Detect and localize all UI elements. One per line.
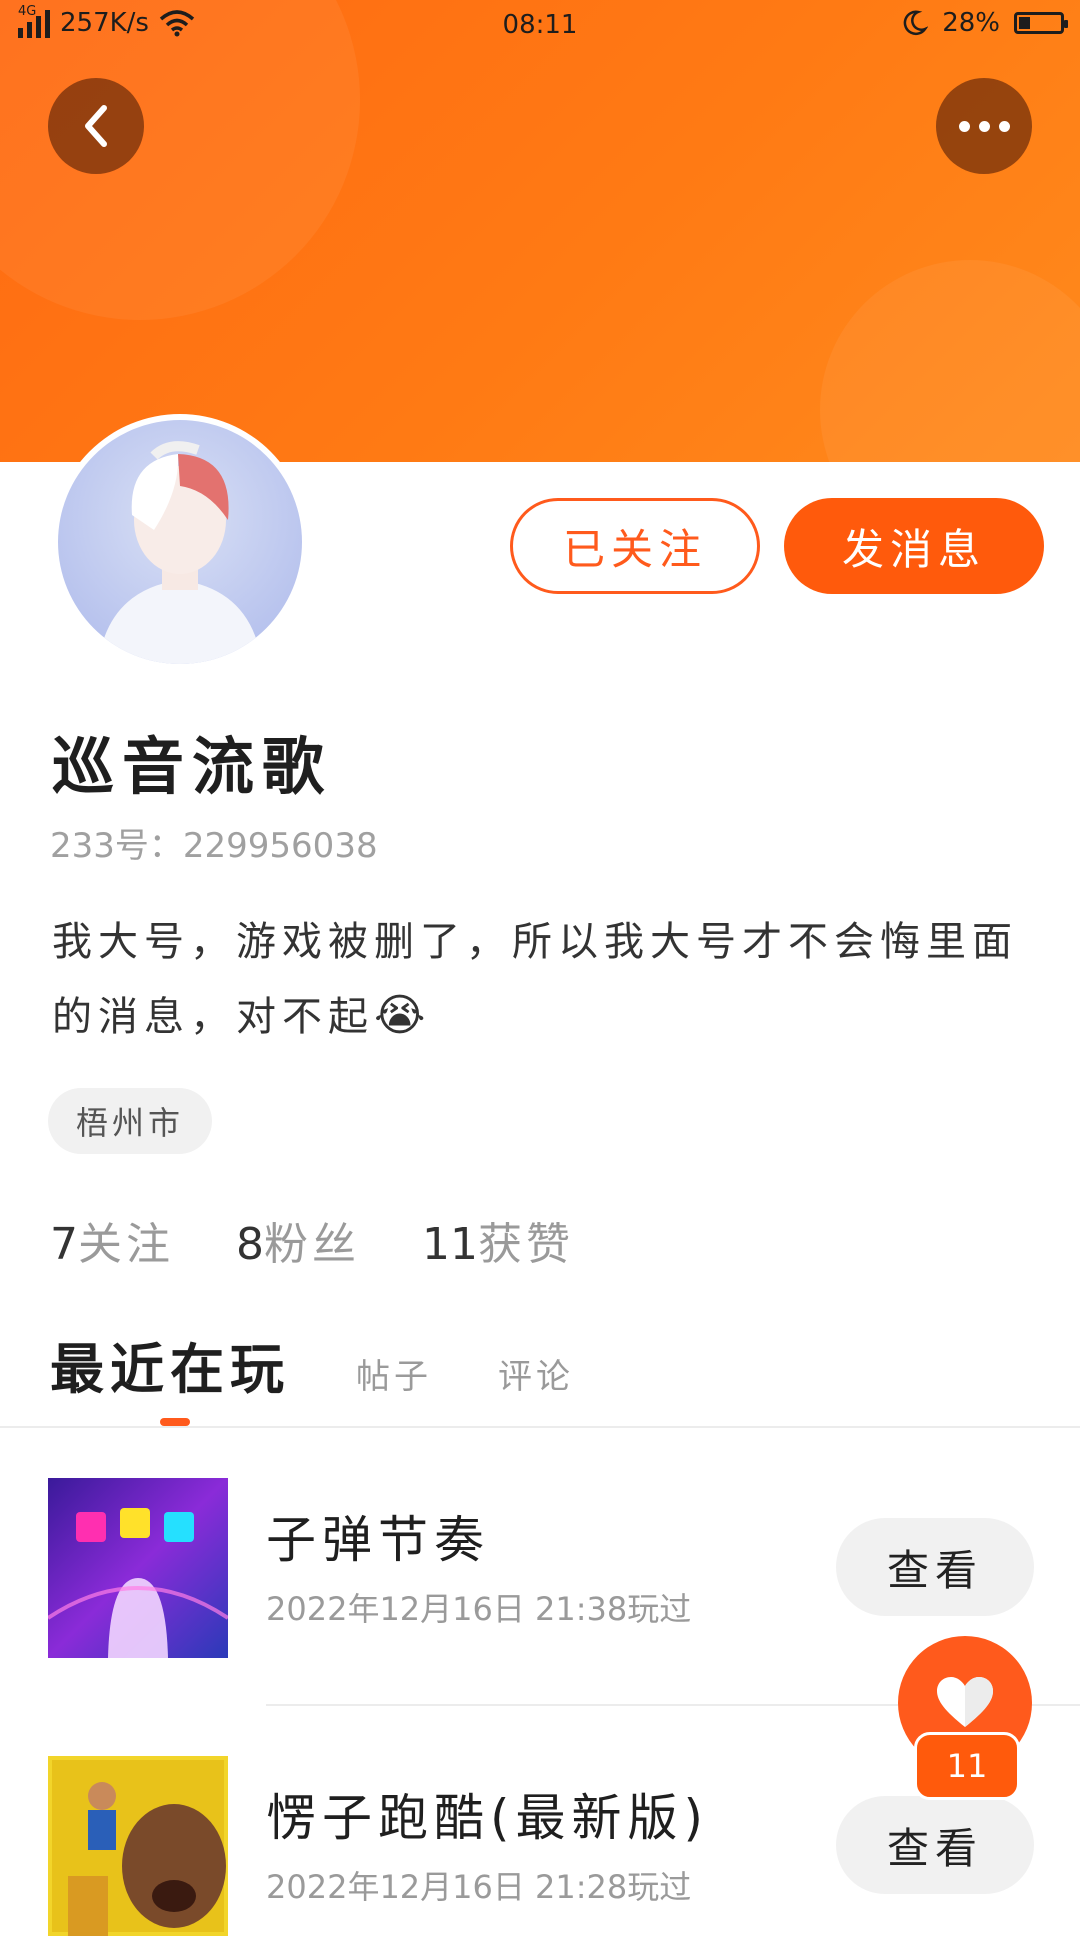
avatar-illustration — [98, 441, 262, 664]
following-stat[interactable]: 7关注 — [50, 1208, 174, 1272]
user-id: 233号：229956038 — [50, 826, 378, 866]
tab-indicator — [160, 1418, 190, 1426]
game-icon-parkour — [48, 1756, 228, 1936]
tab-divider — [0, 1426, 1080, 1428]
more-button[interactable] — [936, 78, 1032, 174]
fans-count: 8 — [236, 1219, 264, 1270]
tab-comments[interactable]: 评论 — [498, 1349, 574, 1398]
status-bar: 4G 257K/s 08:11 28% — [0, 0, 1080, 52]
back-button[interactable] — [48, 78, 144, 174]
crying-emoji: 😭 — [374, 990, 432, 1041]
followed-button[interactable]: 已关注 — [510, 498, 760, 594]
tab-recently-played[interactable]: 最近在玩 — [50, 1325, 290, 1404]
game-list-item[interactable]: 子弹节奏 2022年12月16日 21:38玩过 查看 — [48, 1478, 1080, 1658]
moon-icon — [903, 10, 929, 36]
profile-stats: 7关注 8粉丝 11获赞 — [50, 1208, 574, 1272]
following-count: 7 — [50, 1219, 78, 1270]
send-message-button[interactable]: 发消息 — [784, 498, 1044, 594]
profile-header-banner — [0, 0, 1080, 462]
bio: 我大号，游戏被删了，所以我大号才不会悔里面的消息，对不起😭 — [52, 905, 1032, 1054]
game-title: 子弹节奏 — [266, 1511, 490, 1569]
heart-icon — [937, 1677, 993, 1727]
likes-stat: 11获赞 — [422, 1208, 574, 1272]
like-count-badge: 11 — [914, 1732, 1020, 1800]
battery-percent: 28% — [942, 8, 1000, 38]
location-tag: 梧州市 — [48, 1088, 213, 1154]
avatar[interactable] — [52, 414, 308, 670]
view-button[interactable]: 查看 — [836, 1796, 1034, 1894]
likes-count: 11 — [422, 1219, 478, 1270]
battery-icon — [1014, 12, 1068, 34]
fans-stat[interactable]: 8粉丝 — [236, 1208, 360, 1272]
game-played-time: 2022年12月16日 21:28玩过 — [266, 1868, 692, 1906]
view-button[interactable]: 查看 — [836, 1518, 1034, 1616]
game-played-time: 2022年12月16日 21:38玩过 — [266, 1590, 692, 1628]
nickname: 巡音流歌 — [52, 730, 333, 803]
tab-posts[interactable]: 帖子 — [356, 1349, 432, 1398]
likes-label: 获赞 — [478, 1219, 574, 1270]
fans-label: 粉丝 — [264, 1219, 360, 1270]
bio-text: 我大号，游戏被删了，所以我大号才不会悔里面的消息，对不起 — [52, 919, 1018, 1040]
profile-tabs: 最近在玩 帖子 评论 — [50, 1325, 574, 1404]
game-icon-bullet-rhythm — [48, 1478, 228, 1658]
more-horizontal-icon — [958, 120, 1010, 132]
game-title: 愣子跑酷(最新版) — [266, 1789, 710, 1847]
following-label: 关注 — [78, 1219, 174, 1270]
chevron-left-icon — [85, 105, 107, 147]
